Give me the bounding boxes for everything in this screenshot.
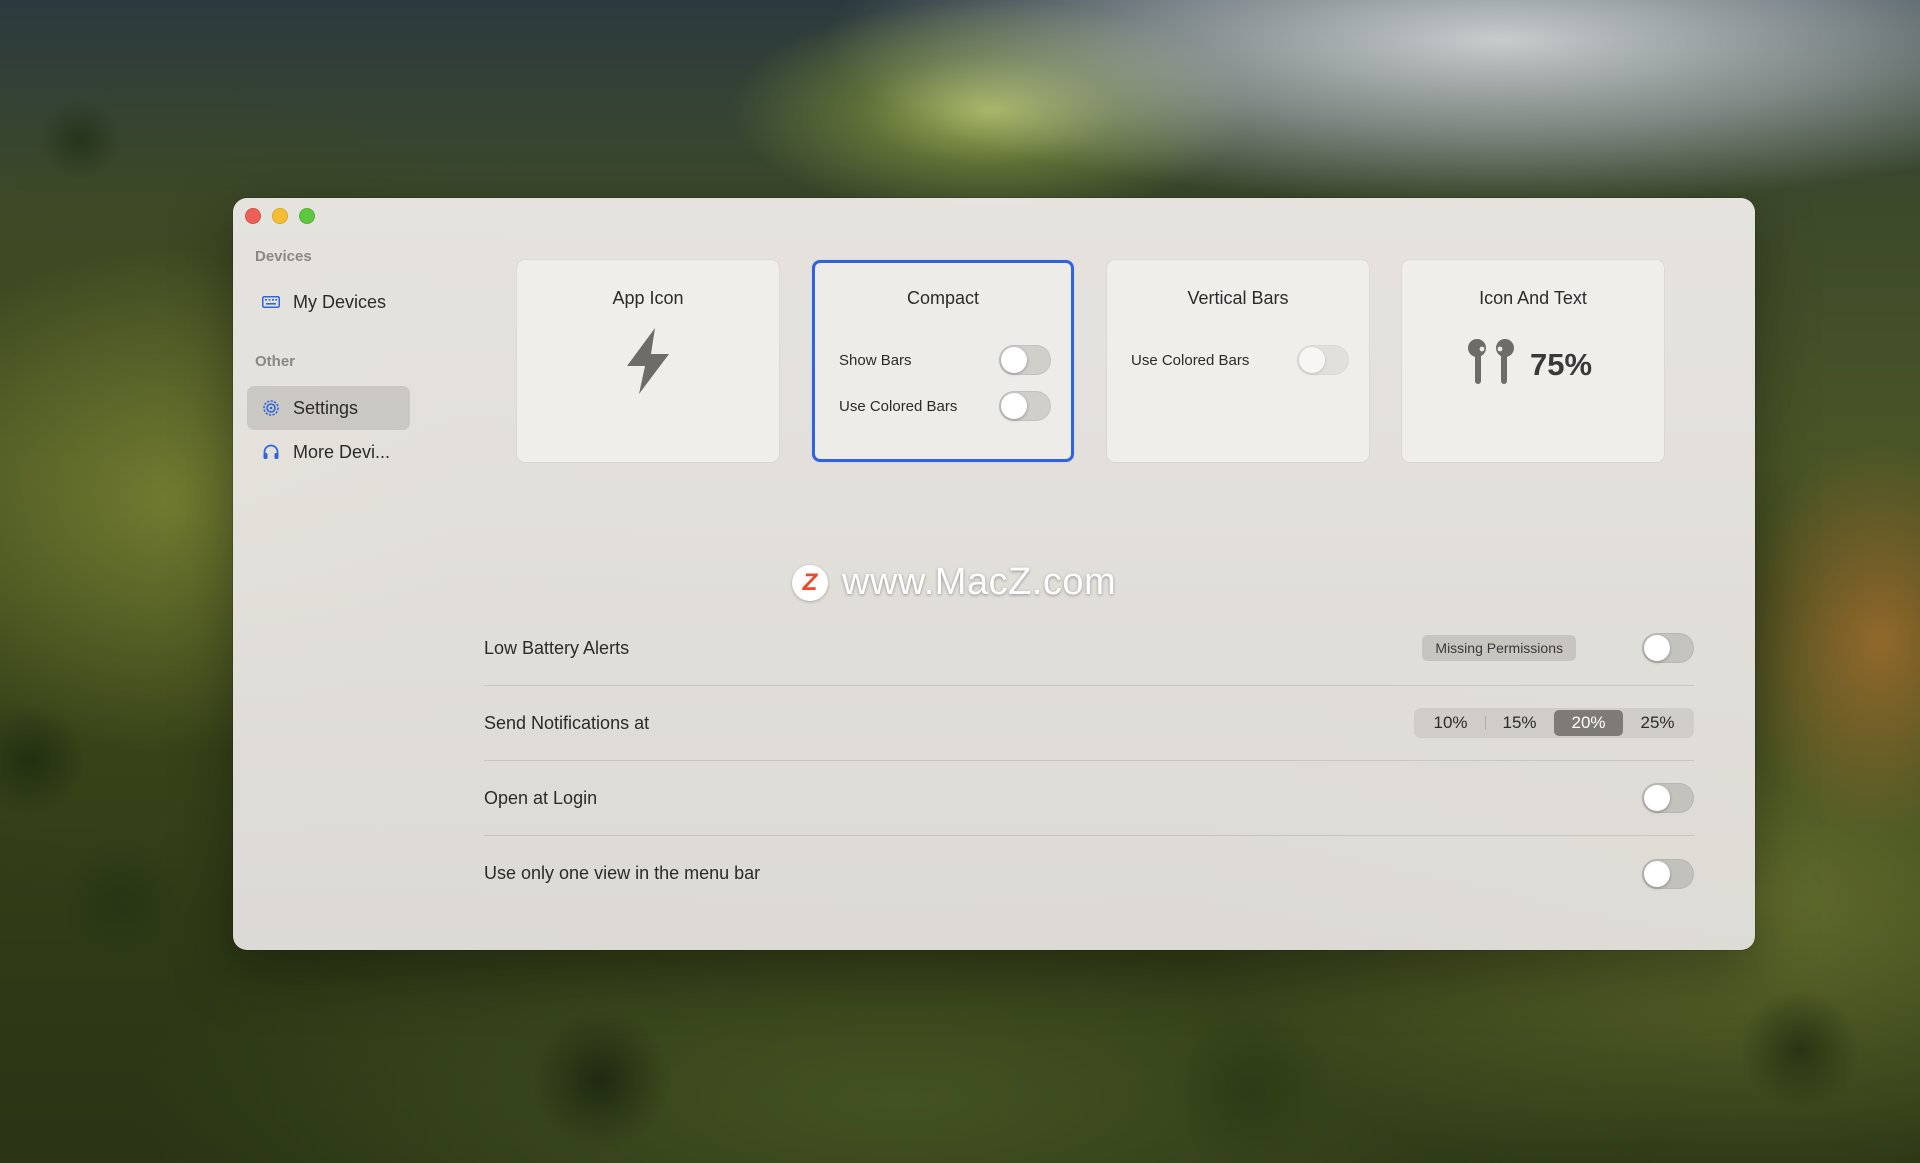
send-notifications-row: Send Notifications at 10% 15% 20% 25% (484, 686, 1694, 761)
vertical-use-colored-bars-toggle[interactable] (1297, 345, 1349, 375)
setting-label: Send Notifications at (484, 712, 650, 733)
style-card-compact[interactable]: Compact Show Bars Use Colored Bars (812, 260, 1074, 462)
low-battery-controls: Missing Permissions (1422, 633, 1694, 663)
sidebar-header-other: Other (255, 353, 296, 370)
battery-percent-text: 75% (1530, 346, 1593, 382)
open-at-login-toggle[interactable] (1642, 783, 1694, 813)
notification-threshold-segmented-control: 10% 15% 20% 25% (1414, 708, 1694, 738)
sidebar-item-label: My Devices (293, 291, 387, 312)
vertical-colored-bars-row: Use Colored Bars (1131, 345, 1349, 375)
show-bars-toggle[interactable] (999, 345, 1051, 375)
sidebar: Devices My Devices Other Settings More D… (233, 198, 423, 950)
style-card-icon-and-text[interactable]: Icon And Text 75% (1402, 260, 1664, 462)
threshold-option-10[interactable]: 10% (1416, 710, 1485, 736)
setting-label: Use only one view in the menu bar (484, 863, 761, 883)
card-title: Icon And Text (1479, 288, 1587, 308)
threshold-option-15[interactable]: 15% (1485, 710, 1554, 736)
sidebar-item-more-devices[interactable]: More Devi... (247, 430, 410, 474)
sidebar-item-label: Settings (293, 397, 359, 418)
gear-icon (261, 398, 281, 418)
threshold-option-20[interactable]: 20% (1554, 710, 1623, 736)
headphones-icon (261, 442, 281, 462)
option-label: Show Bars (839, 351, 912, 369)
compact-show-bars-row: Show Bars (839, 345, 1051, 375)
sidebar-item-my-devices[interactable]: My Devices (247, 280, 410, 324)
card-title: App Icon (612, 288, 684, 308)
card-title: Compact (906, 288, 980, 308)
option-label: Use Colored Bars (1131, 351, 1250, 369)
lightning-bolt-icon (623, 328, 673, 399)
style-card-vertical-bars[interactable]: Vertical Bars Use Colored Bars (1107, 260, 1369, 462)
sidebar-header-devices: Devices (255, 248, 312, 265)
settings-window: Devices My Devices Other Settings More D… (233, 198, 1755, 950)
sidebar-item-label: More Devi... (293, 441, 391, 462)
missing-permissions-badge[interactable]: Missing Permissions (1422, 635, 1576, 661)
one-view-menu-bar-toggle[interactable] (1642, 858, 1694, 889)
airpods-icon (1466, 338, 1516, 391)
card-title: Vertical Bars (1187, 288, 1289, 308)
style-card-app-icon[interactable]: App Icon (517, 260, 779, 462)
compact-colored-bars-row: Use Colored Bars (839, 391, 1051, 421)
low-battery-alerts-toggle[interactable] (1642, 633, 1694, 663)
low-battery-alerts-row: Low Battery Alerts Missing Permissions (484, 611, 1694, 686)
setting-label: Open at Login (484, 787, 598, 808)
open-at-login-row: Open at Login (484, 761, 1694, 836)
use-colored-bars-toggle[interactable] (999, 391, 1051, 421)
one-view-menu-bar-row: Use only one view in the menu bar (484, 836, 1694, 911)
sidebar-item-settings[interactable]: Settings (247, 386, 410, 430)
threshold-option-25[interactable]: 25% (1623, 710, 1692, 736)
option-label: Use Colored Bars (839, 397, 958, 415)
icon-and-text-preview: 75% (1466, 338, 1592, 391)
keyboard-icon (261, 292, 281, 312)
setting-label: Low Battery Alerts (484, 637, 630, 658)
